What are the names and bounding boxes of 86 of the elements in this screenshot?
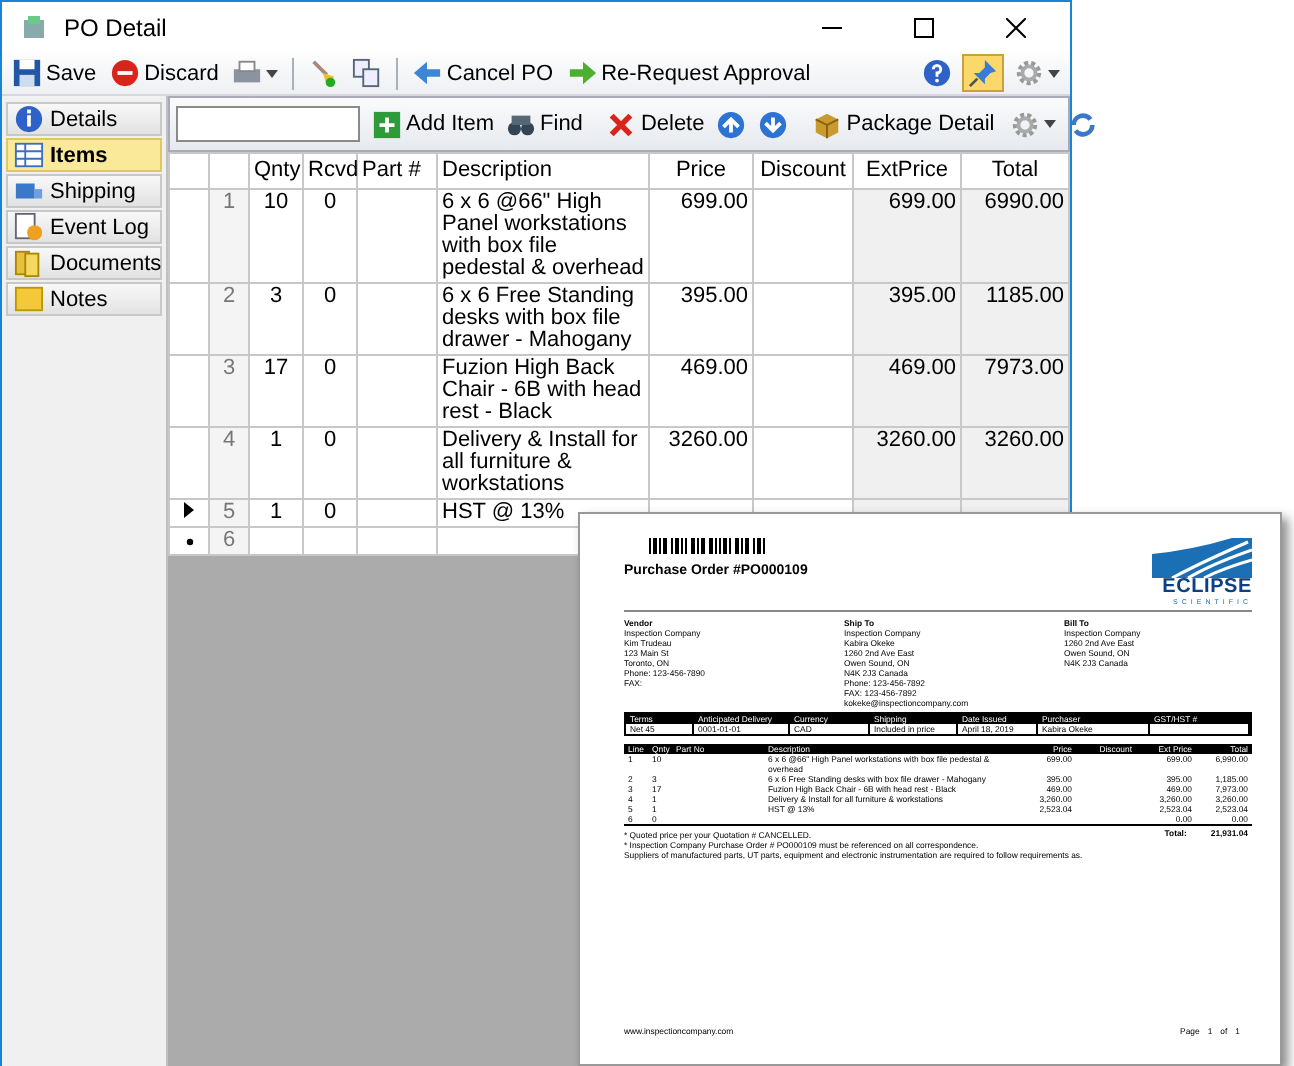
note-icon <box>14 284 44 314</box>
documents-icon <box>14 248 44 278</box>
column-header[interactable]: Qnty <box>249 153 303 189</box>
table-cell: 7973.00 <box>984 356 1064 380</box>
sidebar-item[interactable]: Shipping <box>6 174 162 208</box>
table-cell: 6 x 6 @66" High Panel workstations with box file pedestal & overhead <box>442 190 644 280</box>
table-cell: 3 <box>269 284 283 308</box>
gear-icon <box>1014 58 1044 88</box>
column-header[interactable]: Description <box>437 153 649 189</box>
move-up-icon[interactable] <box>716 109 747 139</box>
sidebar-item[interactable]: Items <box>6 138 162 172</box>
table-cell: 1 <box>269 428 283 452</box>
cancel-po-button[interactable]: Cancel PO <box>408 56 558 90</box>
caret-icon <box>1044 120 1057 128</box>
search-field[interactable] <box>176 106 360 142</box>
table-cell: 0 <box>323 190 337 214</box>
package-detail-button[interactable]: Package Detail <box>808 107 999 141</box>
discard-button[interactable]: Discard <box>106 56 223 90</box>
re-request-approval-button[interactable]: Re-Request Approval <box>563 56 815 90</box>
table-cell: 395.00 <box>888 284 956 308</box>
box-icon <box>812 109 843 139</box>
stripes-logo-icon <box>1152 538 1252 578</box>
table-cell: 3260.00 <box>876 428 956 452</box>
row-number: 1 <box>209 189 249 283</box>
table-cell: 3260.00 <box>668 428 748 452</box>
table-cell: HST @ 13% <box>442 500 565 524</box>
gear-icon <box>1010 109 1041 139</box>
table-cell: 699.00 <box>680 190 748 214</box>
column-header[interactable]: Part # <box>357 153 437 189</box>
table-cell: 0 <box>323 356 337 380</box>
row-number: 2 <box>209 283 249 355</box>
table-cell: 1 <box>269 500 283 524</box>
table-cell: 1185.00 <box>986 284 1064 308</box>
right-arrow-icon <box>567 58 598 88</box>
table-cell: 0 <box>323 500 337 524</box>
sidebar-item[interactable]: Notes <box>6 282 162 316</box>
column-header[interactable]: Rcvd <box>303 153 357 189</box>
column-header[interactable]: Price <box>649 153 753 189</box>
new-row-icon <box>185 538 193 546</box>
sidebar-item[interactable]: Details <box>6 102 162 136</box>
close-icon[interactable] <box>1006 17 1026 37</box>
left-arrow-icon <box>412 58 443 88</box>
sidebar-item[interactable]: Documents <box>6 246 162 280</box>
table-cell: 10 <box>263 190 289 214</box>
sidebar-item[interactable]: Event Log <box>6 210 162 244</box>
column-header[interactable]: ExtPrice <box>853 153 961 189</box>
copy-icon[interactable] <box>352 58 383 88</box>
row-number: 4 <box>209 427 249 499</box>
refresh-icon[interactable] <box>1068 109 1099 139</box>
table-cell: 17 <box>263 356 289 380</box>
add-item-button[interactable]: Add Item <box>368 107 499 141</box>
delete-button[interactable]: Delete <box>602 107 709 141</box>
pin-button[interactable] <box>962 54 1004 92</box>
broom-icon[interactable] <box>308 58 339 88</box>
move-down-icon[interactable] <box>758 109 789 139</box>
app-icon <box>18 11 50 43</box>
table-cell: 395.00 <box>680 284 748 308</box>
table-cell: 6990.00 <box>984 190 1064 214</box>
row-number: 3 <box>209 355 249 427</box>
maximize-icon[interactable] <box>914 17 934 37</box>
logo-text: ECLIPSE <box>1162 578 1252 598</box>
barcode-drawing <box>648 538 768 554</box>
info-icon <box>14 104 44 134</box>
window-title: PO Detail <box>64 13 167 41</box>
column-header[interactable]: Total <box>961 153 1069 189</box>
table-cell: Fuzion High Back Chair - 6B with head rest - Black <box>442 356 642 424</box>
table-cell: 699.00 <box>888 190 956 214</box>
grid-icon <box>14 140 44 170</box>
caret-icon <box>1048 69 1060 77</box>
table-cell: 0 <box>323 428 337 452</box>
column-header[interactable]: Discount <box>753 153 853 189</box>
table-cell: 469.00 <box>888 356 956 380</box>
no-entry-icon <box>110 58 141 88</box>
table-cell: 0 <box>323 284 337 308</box>
x-icon <box>606 109 637 139</box>
table-cell: Delivery & Install for all furniture & workstations <box>442 428 638 496</box>
table-cell: 469.00 <box>680 356 748 380</box>
find-button[interactable]: Find <box>502 107 587 141</box>
pin-icon <box>968 58 998 88</box>
plus-icon <box>372 109 402 139</box>
caret-icon <box>266 69 279 77</box>
printer-icon <box>232 58 263 88</box>
save-button[interactable]: Save <box>8 56 101 90</box>
table-cell: 6 x 6 Free Standing desks with box file drawer - Mahogany <box>442 284 635 352</box>
help-icon[interactable] <box>922 58 952 88</box>
table-cell: 3260.00 <box>984 428 1064 452</box>
